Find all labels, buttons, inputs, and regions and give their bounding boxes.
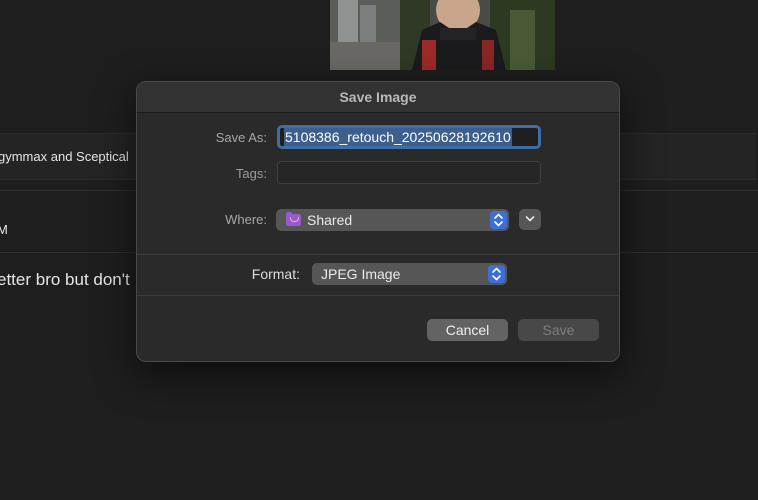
save-as-label: Save As: [215,130,267,145]
where-value: Shared [307,212,353,228]
format-label: Format: [251,266,300,282]
expand-browser-button[interactable] [519,209,541,230]
background-row-text: M [0,222,8,237]
photo-image [330,0,555,70]
dialog-separator [137,295,619,296]
folder-icon [286,212,301,226]
background-row-text: gymmax and Sceptical [0,149,129,164]
save-button[interactable]: Save [518,319,599,341]
format-popup-button[interactable]: JPEG Image [312,263,507,285]
background-photo [330,0,555,70]
save-as-field[interactable]: 5108386_retouch_20250628192610 [277,125,541,149]
dialog-separator [137,254,619,255]
format-value: JPEG Image [321,266,401,282]
tags-field[interactable] [277,161,541,184]
chevron-down-icon [525,216,535,222]
save-image-dialog: Save Image Save As: 5108386_retouch_2025… [136,81,620,362]
background-message-text: etter bro but don't [0,270,130,289]
cancel-button[interactable]: Cancel [427,319,508,341]
save-as-value[interactable]: 5108386_retouch_20250628192610 [284,128,512,146]
where-label: Where: [225,212,267,227]
screen: gymmax and Sceptical M etter bro but don… [0,0,758,500]
popup-stepper-icon [488,265,505,283]
popup-stepper-icon [490,211,507,229]
where-popup-button[interactable]: Shared [276,209,509,231]
dialog-title: Save Image [137,82,619,113]
tags-label: Tags: [235,166,267,181]
